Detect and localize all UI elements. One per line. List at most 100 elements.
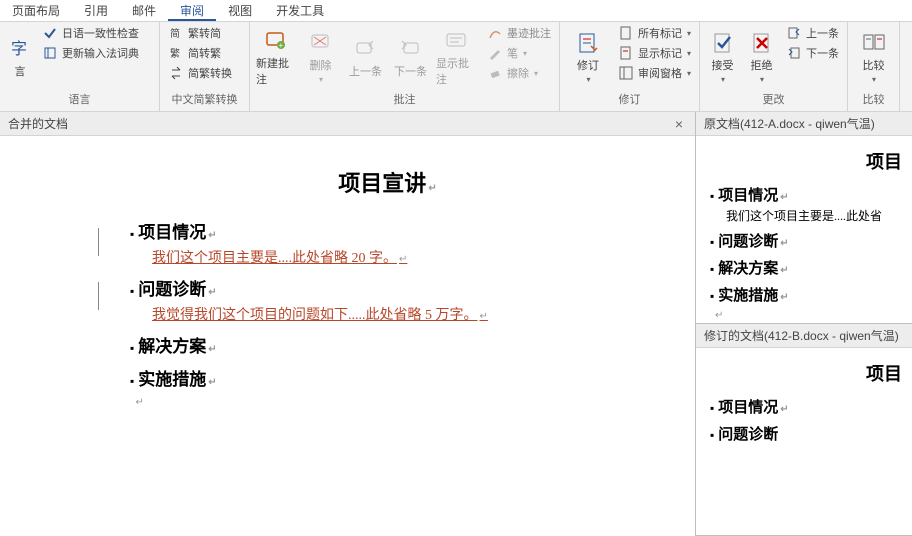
- doc-title: 项目宣讲: [130, 166, 645, 198]
- main-pane-title: 合并的文档: [8, 115, 68, 132]
- pen-button[interactable]: 笔▾: [485, 44, 553, 62]
- compare-icon: [862, 31, 886, 55]
- simp-trad-convert[interactable]: 简繁转换: [166, 64, 234, 82]
- japanese-consistency-check[interactable]: 日语一致性检查: [40, 24, 141, 42]
- label: 审阅窗格: [638, 65, 682, 81]
- pen-icon: [487, 45, 503, 61]
- trad-to-simp[interactable]: 简繁转简: [166, 24, 234, 42]
- label: 简转繁: [188, 45, 221, 61]
- label: 接受: [712, 57, 734, 73]
- check-icon: [42, 25, 58, 41]
- label: 繁转简: [188, 25, 221, 41]
- group-label-conversion: 中文简繁转换: [166, 91, 243, 109]
- prev-icon: [354, 37, 378, 61]
- group-label-tracking: 修订: [566, 91, 693, 109]
- display-for-review[interactable]: 所有标记▾: [616, 24, 693, 42]
- workspace: 合并的文档 × 项目宣讲 项目情况 我们这个项目主要是....此处省略 20 字…: [0, 112, 912, 536]
- side-heading: 项目情况: [710, 396, 904, 417]
- convert-icon: [168, 65, 184, 81]
- tab-view[interactable]: 视图: [216, 0, 264, 21]
- label: 上一条: [349, 63, 382, 79]
- side-doc-title: 项目: [710, 148, 904, 174]
- next-icon: [399, 37, 423, 61]
- tab-page-layout[interactable]: 页面布局: [0, 0, 72, 21]
- track-changes-button[interactable]: 修订▾: [566, 24, 610, 91]
- para-mark: [130, 394, 645, 410]
- group-label-language: 语言: [6, 91, 153, 109]
- group-label-compare: 比较: [854, 91, 893, 109]
- delete-comment-button[interactable]: 删除▾: [301, 24, 340, 91]
- eraser-button[interactable]: 擦除 ▾: [485, 64, 553, 82]
- show-markup[interactable]: 显示标记▾: [616, 44, 693, 62]
- document-page: 项目宣讲 项目情况 我们这个项目主要是....此处省略 20 字。 问题诊断 我…: [100, 146, 675, 430]
- group-label-annotations: 批注: [256, 91, 553, 109]
- simp-to-trad[interactable]: 繁简转繁: [166, 44, 234, 62]
- label: 删除: [310, 57, 332, 73]
- tracked-insert-2: 我觉得我们这个项目的问题如下.....此处省略 5 万字。: [152, 304, 645, 324]
- label: 拒绝: [751, 57, 773, 73]
- label: 墨迹批注: [507, 25, 551, 41]
- language-big-button[interactable]: 字 言: [6, 24, 34, 91]
- main-compare-pane: 合并的文档 × 项目宣讲 项目情况 我们这个项目主要是....此处省略 20 字…: [0, 112, 696, 536]
- revised-document[interactable]: 项目 项目情况 问题诊断: [696, 348, 912, 454]
- convert-icon: 简: [168, 25, 184, 41]
- close-icon[interactable]: ×: [671, 116, 687, 132]
- label: 擦除: [507, 65, 529, 81]
- group-annotations: + 新建批注 删除▾ 上一条 下一条 显示批注 墨迹批注 笔▾: [250, 22, 560, 111]
- new-comment-button[interactable]: + 新建批注: [256, 24, 295, 91]
- label: 下一条: [806, 45, 839, 61]
- label: 比较: [863, 57, 885, 73]
- show-comments-button[interactable]: 显示批注: [436, 24, 475, 91]
- label: 更新输入法词典: [62, 45, 139, 61]
- chevron-down-icon: ▾: [586, 75, 590, 84]
- heading-3: 解决方案: [130, 332, 645, 357]
- next-comment-button[interactable]: 下一条: [391, 24, 430, 91]
- original-document[interactable]: 项目 项目情况 我们这个项目主要是....此处省 问题诊断 解决方案 实施措施: [696, 136, 912, 324]
- side-line: 我们这个项目主要是....此处省: [726, 207, 904, 224]
- ribbon: 字 言 日语一致性检查 更新输入法词典 语言 简繁转简 繁简转繁 简繁转换: [0, 22, 912, 112]
- label: 简繁转换: [188, 65, 232, 81]
- tab-review[interactable]: 审阅: [168, 0, 216, 21]
- group-changes: 接受▾ 拒绝▾ 上一条 下一条 更改: [700, 22, 848, 111]
- heading-2: 问题诊断: [130, 275, 645, 300]
- prev-change[interactable]: 上一条: [784, 24, 841, 42]
- group-conversion: 简繁转简 繁简转繁 简繁转换 中文简繁转换: [160, 22, 250, 111]
- change-bar: [98, 282, 99, 310]
- next-change-icon: [786, 45, 802, 61]
- group-language: 字 言 日语一致性检查 更新输入法词典 语言: [0, 22, 160, 111]
- reviewing-pane[interactable]: 审阅窗格▾: [616, 64, 693, 82]
- chevron-down-icon: ▾: [872, 75, 876, 84]
- tab-references[interactable]: 引用: [72, 0, 120, 21]
- tab-developer[interactable]: 开发工具: [264, 0, 336, 21]
- pane-icon: [618, 65, 634, 81]
- accept-icon: [711, 31, 735, 55]
- next-change[interactable]: 下一条: [784, 44, 841, 62]
- side-heading: 问题诊断: [710, 423, 904, 444]
- label: 上一条: [806, 25, 839, 41]
- para-mark: [710, 307, 904, 322]
- tab-mail[interactable]: 邮件: [120, 0, 168, 21]
- reject-icon: [750, 31, 774, 55]
- svg-text:字: 字: [11, 40, 27, 58]
- label: 下一条: [394, 63, 427, 79]
- change-bar: [98, 228, 99, 256]
- ink-comment[interactable]: 墨迹批注: [485, 24, 553, 42]
- chevron-down-icon: ▾: [523, 49, 527, 58]
- language-big-label: 言: [15, 63, 26, 79]
- original-doc-pane: 原文档(412-A.docx - qiwen气温) 项目 项目情况 我们这个项目…: [696, 112, 912, 324]
- track-icon: [576, 31, 600, 55]
- main-document-area[interactable]: 项目宣讲 项目情况 我们这个项目主要是....此处省略 20 字。 问题诊断 我…: [0, 136, 695, 536]
- ribbon-tabs: 页面布局 引用 邮件 审阅 视图 开发工具: [0, 0, 912, 22]
- show-comments-icon: [444, 29, 468, 53]
- main-pane-header: 合并的文档 ×: [0, 112, 695, 136]
- compare-button[interactable]: 比较 ▾: [854, 24, 893, 91]
- svg-text:简: 简: [170, 27, 180, 40]
- chevron-down-icon: ▾: [534, 69, 538, 78]
- accept-button[interactable]: 接受▾: [706, 24, 739, 91]
- prev-comment-button[interactable]: 上一条: [346, 24, 385, 91]
- tracked-insert-1: 我们这个项目主要是....此处省略 20 字。: [152, 247, 645, 267]
- update-ime-dictionary[interactable]: 更新输入法词典: [40, 44, 141, 62]
- side-heading: 解决方案: [710, 257, 904, 278]
- delete-comment-icon: [309, 31, 333, 55]
- reject-button[interactable]: 拒绝▾: [745, 24, 778, 91]
